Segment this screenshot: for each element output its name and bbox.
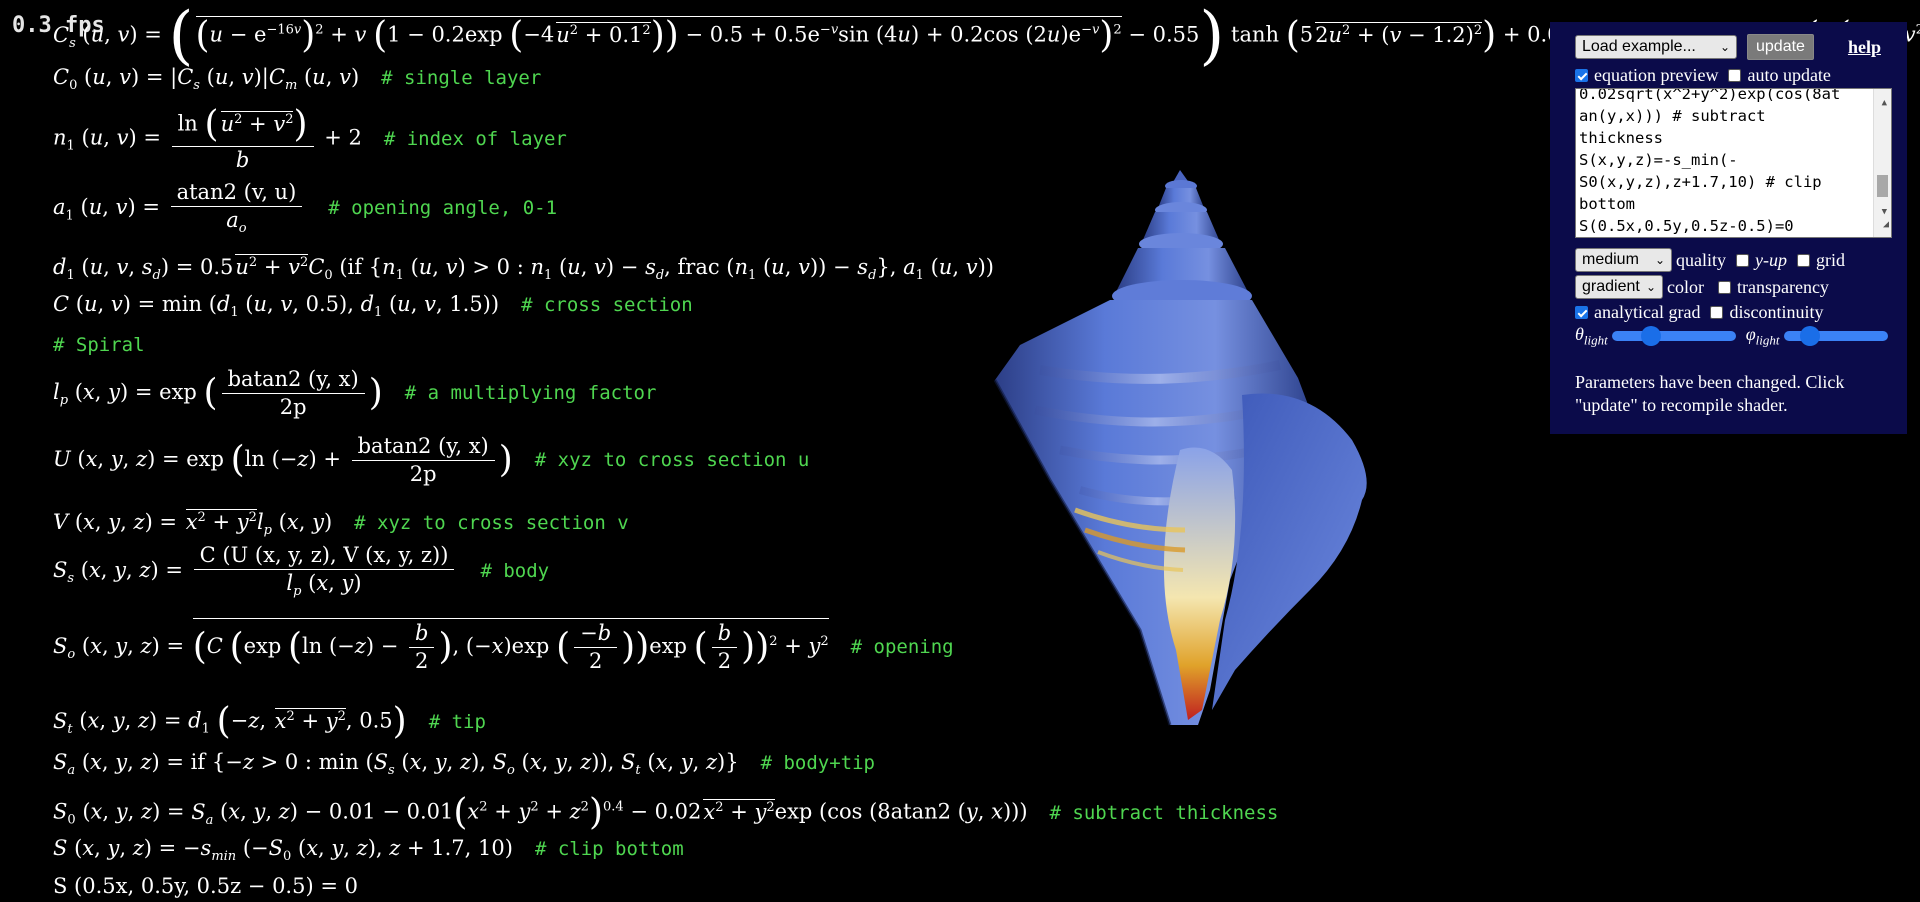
help-link[interactable]: help bbox=[1848, 37, 1881, 58]
chevron-down-icon: ⌄ bbox=[1645, 280, 1656, 294]
editor-line: 0.02sqrt(x^2+y^2)exp(cos(8at bbox=[1579, 88, 1841, 103]
render-viewport[interactable] bbox=[980, 150, 1420, 750]
editor-line: S0(x,y,z),z+1.7,10) # clip bbox=[1579, 173, 1822, 191]
comment-s0: # subtract thickness bbox=[1049, 801, 1279, 824]
color-label: color bbox=[1667, 276, 1704, 297]
chevron-down-icon: ⌄ bbox=[1719, 40, 1730, 54]
color-value: gradient bbox=[1582, 278, 1640, 295]
control-panel: Load example... ⌄ update help equation p… bbox=[1550, 22, 1907, 434]
editor-line: bottom bbox=[1579, 195, 1635, 213]
equation-v: V (x, y, z) = x2 + y2lp (x, y) # xyz to c… bbox=[53, 509, 629, 539]
equation-c: C (u, v) = min (d1 (u, v, 0.5), d1 (u, v… bbox=[53, 292, 693, 321]
discontinuity-label: discontinuity bbox=[1729, 302, 1824, 322]
comment-a1: # opening angle, 0-1 bbox=[328, 197, 558, 220]
comment-c0: # single layer bbox=[381, 67, 542, 89]
resize-handle-icon[interactable]: ◢ bbox=[1883, 214, 1889, 236]
editor-line: S(0.5x,0.5y,0.5z-0.5)=0 bbox=[1579, 217, 1794, 235]
auto-update-label: auto update bbox=[1747, 65, 1831, 85]
comment-sa: # body+tip bbox=[760, 752, 875, 774]
lp-numerator: batan2 (y, x) bbox=[221, 369, 365, 394]
quality-value: medium bbox=[1582, 251, 1639, 268]
grid-checkbox[interactable] bbox=[1796, 253, 1810, 267]
comment-spiral: # Spiral bbox=[53, 334, 145, 356]
load-example-value: Load example... bbox=[1582, 38, 1696, 55]
analytical-grad-checkbox[interactable] bbox=[1575, 306, 1588, 319]
spiral-heading: # Spiral bbox=[53, 334, 145, 355]
transparency-label: transparency bbox=[1736, 276, 1829, 297]
load-example-select[interactable]: Load example... ⌄ bbox=[1575, 35, 1737, 59]
comment-ss: # body bbox=[480, 560, 550, 583]
chevron-down-icon: ⌄ bbox=[1654, 253, 1665, 267]
shell-render bbox=[993, 170, 1367, 726]
phi-light-knob[interactable] bbox=[1800, 326, 1821, 347]
equation-n1: n1 (u, v) = ln (u2 + v2) b + 2 # index of … bbox=[53, 104, 567, 172]
equation-so: So (x, y, z) = (C (exp (ln (−z) − b 2), (… bbox=[53, 618, 954, 672]
ss-numerator: C (U (x, y, z), V (x, y, z)) bbox=[193, 545, 455, 570]
discontinuity-checkbox[interactable] bbox=[1710, 306, 1724, 319]
theta-light-label: θlight bbox=[1575, 324, 1608, 348]
comment-lp: # a multiplying factor bbox=[404, 382, 657, 404]
transparency-checkbox[interactable] bbox=[1717, 280, 1731, 294]
phi-light-slider[interactable] bbox=[1783, 326, 1888, 347]
fps-counter: 0.3 fps bbox=[12, 13, 105, 38]
comment-n1: # index of layer bbox=[383, 127, 567, 150]
comment-v: # xyz to cross section v bbox=[354, 512, 629, 534]
update-button[interactable]: update bbox=[1747, 34, 1814, 60]
u-denominator: 2p bbox=[409, 462, 437, 486]
editor-scrollbar[interactable]: ▲ ▼ ◢ bbox=[1873, 89, 1891, 237]
y-up-checkbox[interactable] bbox=[1736, 253, 1749, 267]
equation-d1: d1 (u, v, sd) = 0.5u2 + v2C0 (if {n1 (u,… bbox=[53, 254, 994, 284]
theta-light-slider[interactable] bbox=[1611, 326, 1736, 347]
scrollbar-thumb[interactable] bbox=[1877, 175, 1888, 197]
scroll-up-icon[interactable]: ▲ bbox=[1882, 92, 1887, 114]
editor-line: S(x,y,z)=-s_min(- bbox=[1579, 151, 1738, 169]
equation-a1: a1 (u, v) = atan2 (v, u) ao # opening angl… bbox=[53, 180, 558, 237]
phi-light-label: φlight bbox=[1745, 324, 1780, 348]
equation-editor[interactable]: 0.02sqrt(x^2+y^2)exp(cos(8at an(y,x))) #… bbox=[1575, 88, 1892, 238]
editor-line: thickness bbox=[1579, 129, 1663, 147]
equation-s: S (x, y, z) = −smin (−S0 (x, y, z), z + … bbox=[53, 836, 684, 865]
comment-u: # xyz to cross section u bbox=[534, 449, 810, 471]
status-message: Parameters have been changed. Click "upd… bbox=[1575, 372, 1845, 415]
equation-sa: Sa (x, y, z) = if {−z > 0 : min (Ss (x, … bbox=[53, 750, 875, 779]
grid-label: grid bbox=[1815, 249, 1845, 270]
lp-denominator: 2p bbox=[279, 395, 307, 419]
equation-preview-checkbox[interactable] bbox=[1575, 69, 1588, 82]
equation-preview-label: equation preview bbox=[1594, 65, 1719, 85]
theta-light-knob[interactable] bbox=[1640, 326, 1661, 347]
a1-numerator: atan2 (v, u) bbox=[170, 182, 303, 207]
quality-label: quality bbox=[1676, 249, 1726, 270]
equation-st: St (x, y, z) = d1 (−z, x2 + y2, 0.5) # ti… bbox=[53, 701, 486, 742]
u-numerator: batan2 (y, x) bbox=[351, 436, 495, 461]
comment-c: # cross section bbox=[521, 294, 693, 316]
equation-u: U (x, y, z) = exp (ln (−z) + batan2 (y, … bbox=[53, 434, 810, 486]
equation-s0: S0 (x, y, z) = Sa (x, y, z) − 0.01 − 0.0… bbox=[53, 792, 1279, 833]
y-up-label: y-up bbox=[1755, 249, 1787, 270]
equation-final: S (0.5x, 0.5y, 0.5z − 0.5) = 0 bbox=[53, 874, 358, 898]
comment-s: # clip bottom bbox=[534, 838, 684, 860]
quality-select[interactable]: medium ⌄ bbox=[1575, 248, 1672, 272]
comment-so: # opening bbox=[850, 636, 954, 658]
equation-c0: C0 (u, v) = |Cs (u, v)|Cm (u, v) # single… bbox=[53, 65, 542, 94]
comment-st: # tip bbox=[428, 710, 486, 733]
color-select[interactable]: gradient ⌄ bbox=[1575, 275, 1663, 299]
auto-update-checkbox[interactable] bbox=[1728, 69, 1742, 82]
analytical-grad-label: analytical grad bbox=[1594, 302, 1701, 322]
equation-lp: lp (x, y) = exp (batan2 (y, x) 2p) # a mul… bbox=[53, 367, 657, 419]
editor-line: an(y,x))) # subtract bbox=[1579, 107, 1766, 125]
equation-ss: Ss (x, y, z) = C (U (x, y, z), V (x, y, … bbox=[53, 543, 550, 600]
